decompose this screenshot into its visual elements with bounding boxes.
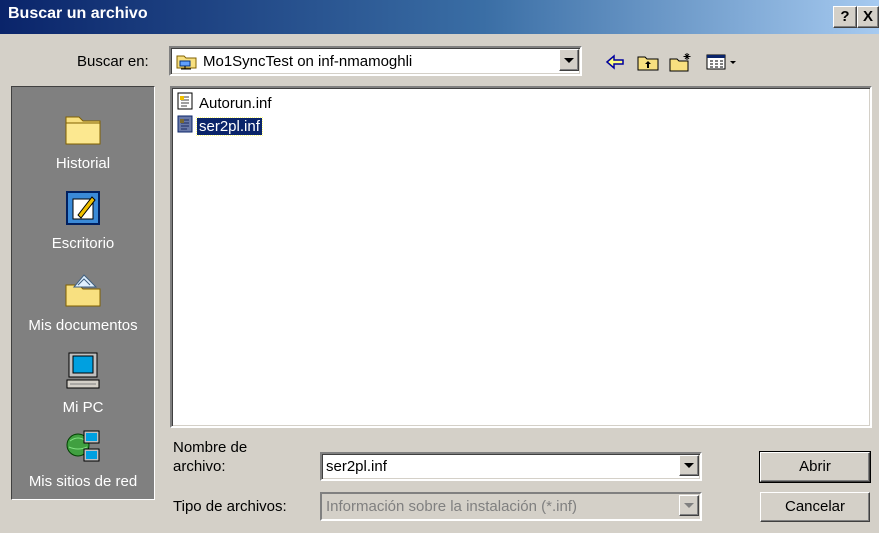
- file-name: ser2pl.inf: [196, 116, 263, 136]
- cancel-button[interactable]: Cancelar: [760, 492, 870, 522]
- file-item-ser2pl[interactable]: ser2pl.inf: [177, 115, 263, 137]
- open-button[interactable]: Abrir: [759, 451, 871, 483]
- back-icon[interactable]: [602, 50, 628, 74]
- up-folder-icon[interactable]: [635, 50, 661, 74]
- filename-input[interactable]: ser2pl.inf: [326, 458, 387, 475]
- help-button[interactable]: ?: [833, 6, 857, 28]
- view-menu-icon[interactable]: [703, 50, 743, 74]
- new-folder-icon[interactable]: [668, 50, 694, 74]
- place-historial-label: Historial: [55, 155, 111, 172]
- chevron-down-icon: [564, 57, 574, 63]
- file-item-autorun[interactable]: Autorun.inf: [177, 92, 274, 114]
- place-mi-pc-label: Mi PC: [62, 399, 104, 416]
- network-folder-icon: [176, 52, 198, 74]
- file-list[interactable]: Autorun.inf ser2pl.inf: [170, 86, 872, 428]
- filename-combo[interactable]: ser2pl.inf: [320, 452, 702, 481]
- place-escritorio-label: Escritorio: [51, 235, 115, 252]
- filename-label-line2: archivo:: [173, 458, 226, 475]
- chevron-down-icon: [684, 463, 694, 468]
- place-mis-documentos-label: Mis documentos: [28, 317, 138, 334]
- filename-dropdown-button[interactable]: [679, 455, 699, 476]
- window-title: Buscar un archivo: [8, 5, 148, 22]
- inf-file-icon: [177, 92, 193, 114]
- file-name: Autorun.inf: [199, 94, 272, 112]
- title-bar[interactable]: Buscar un archivo ? X: [0, 0, 879, 34]
- filename-label: Nombre de archivo:: [173, 438, 247, 476]
- my-documents-icon: [12, 271, 154, 313]
- my-computer-icon: [12, 351, 154, 395]
- desktop-icon: [12, 189, 154, 231]
- chevron-down-icon: [684, 503, 694, 508]
- lookin-label: Buscar en:: [77, 53, 149, 70]
- place-mis-documentos[interactable]: Mis documentos: [12, 271, 154, 334]
- place-mi-pc[interactable]: Mi PC: [12, 351, 154, 416]
- close-button[interactable]: X: [857, 6, 879, 28]
- place-mis-sitios-de-red-label: Mis sitios de red: [28, 473, 138, 490]
- filetype-label: Tipo de archivos:: [173, 498, 287, 515]
- places-bar: Historial Escritorio Mis documentos Mi P…: [11, 86, 155, 500]
- inf-file-icon: [177, 115, 193, 137]
- place-mis-sitios-de-red[interactable]: Mis sitios de red: [12, 427, 154, 490]
- filetype-value: Información sobre la instalación (*.inf): [326, 498, 577, 515]
- filetype-dropdown-button: [679, 495, 699, 516]
- lookin-dropdown-button[interactable]: [559, 49, 579, 71]
- filetype-combo: Información sobre la instalación (*.inf): [320, 492, 702, 521]
- filename-label-line1: Nombre de: [173, 439, 248, 456]
- lookin-combo[interactable]: Mo1SyncTest on inf-nmamoghli: [169, 46, 582, 76]
- history-folder-icon: [12, 109, 154, 151]
- place-escritorio[interactable]: Escritorio: [12, 189, 154, 252]
- place-historial[interactable]: Historial: [12, 109, 154, 172]
- lookin-value: Mo1SyncTest on inf-nmamoghli: [203, 53, 413, 70]
- network-places-icon: [12, 427, 154, 469]
